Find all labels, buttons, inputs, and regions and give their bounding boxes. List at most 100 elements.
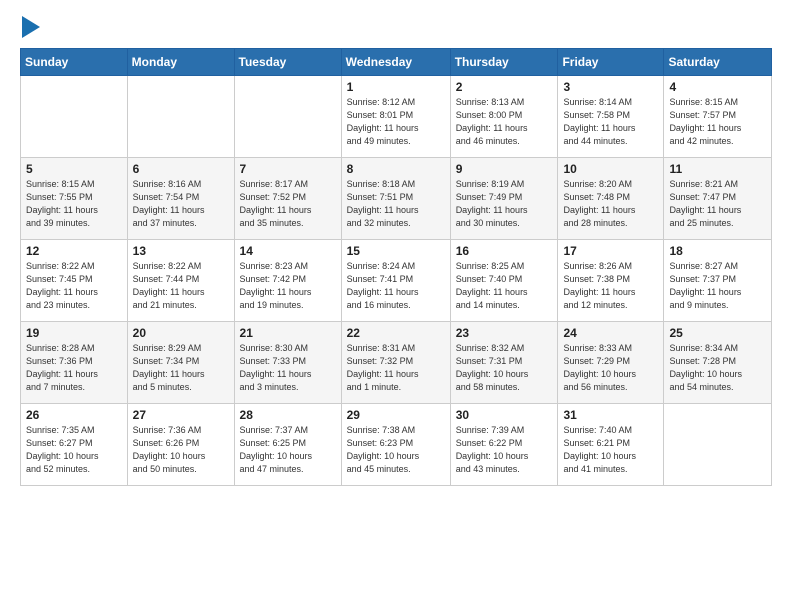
day-number: 3 [563, 80, 658, 94]
day-info: Sunrise: 8:28 AM Sunset: 7:36 PM Dayligh… [26, 342, 122, 394]
calendar-day-header: Thursday [450, 49, 558, 76]
calendar-cell [127, 76, 234, 158]
calendar-cell: 31Sunrise: 7:40 AM Sunset: 6:21 PM Dayli… [558, 404, 664, 486]
page: SundayMondayTuesdayWednesdayThursdayFrid… [0, 0, 792, 612]
day-number: 23 [456, 326, 553, 340]
calendar-cell: 14 Sunrise: 8:23 AM Sunset: 7:42 PM Dayli… [234, 240, 341, 322]
day-info: Sunrise: 8:22 AM Sunset: 7:45 PM Dayligh… [26, 260, 122, 312]
calendar-cell: 24 Sunrise: 8:33 AM Sunset: 7:29 PM Dayli… [558, 322, 664, 404]
calendar-cell: 15Sunrise: 8:24 AM Sunset: 7:41 PM Dayli… [341, 240, 450, 322]
day-number: 25 [669, 326, 766, 340]
day-info: Sunrise: 8:27 AM Sunset: 7:37 PM Dayligh… [669, 260, 766, 312]
calendar-day-header: Sunday [21, 49, 128, 76]
calendar-cell: 16 Sunrise: 8:25 AM Sunset: 7:40 PM Dayli… [450, 240, 558, 322]
day-number: 11 [669, 162, 766, 176]
calendar-cell: 11 Sunrise: 8:21 AM Sunset: 7:47 PM Dayli… [664, 158, 772, 240]
calendar-cell: 22 Sunrise: 8:31 AM Sunset: 7:32 PM Dayli… [341, 322, 450, 404]
day-number: 9 [456, 162, 553, 176]
day-number: 30 [456, 408, 553, 422]
calendar-week-row: 26 Sunrise: 7:35 AM Sunset: 6:27 PM Dayli… [21, 404, 772, 486]
day-number: 7 [240, 162, 336, 176]
day-info: Sunrise: 8:31 AM Sunset: 7:32 PM Dayligh… [347, 342, 445, 394]
day-info: Sunrise: 7:36 AM Sunset: 6:26 PM Dayligh… [133, 424, 229, 476]
calendar-cell: 20 Sunrise: 8:29 AM Sunset: 7:34 PM Dayli… [127, 322, 234, 404]
calendar-cell: 8 Sunrise: 8:18 AM Sunset: 7:51 PM Daylig… [341, 158, 450, 240]
day-info: Sunrise: 7:37 AM Sunset: 6:25 PM Dayligh… [240, 424, 336, 476]
calendar-day-header: Friday [558, 49, 664, 76]
day-number: 5 [26, 162, 122, 176]
day-info: Sunrise: 8:15 AM Sunset: 7:55 PM Dayligh… [26, 178, 122, 230]
day-info: Sunrise: 7:35 AM Sunset: 6:27 PM Dayligh… [26, 424, 122, 476]
calendar-cell: 2 Sunrise: 8:13 AM Sunset: 8:00 PM Daylig… [450, 76, 558, 158]
calendar-day-header: Tuesday [234, 49, 341, 76]
header [20, 16, 772, 38]
day-info: Sunrise: 7:39 AM Sunset: 6:22 PM Dayligh… [456, 424, 553, 476]
day-number: 10 [563, 162, 658, 176]
calendar-cell: 28Sunrise: 7:37 AM Sunset: 6:25 PM Dayli… [234, 404, 341, 486]
day-number: 17 [563, 244, 658, 258]
day-info: Sunrise: 8:30 AM Sunset: 7:33 PM Dayligh… [240, 342, 336, 394]
day-number: 22 [347, 326, 445, 340]
calendar-cell [21, 76, 128, 158]
day-info: Sunrise: 8:26 AM Sunset: 7:38 PM Dayligh… [563, 260, 658, 312]
calendar-cell: 17 Sunrise: 8:26 AM Sunset: 7:38 PM Dayli… [558, 240, 664, 322]
calendar-cell: 6 Sunrise: 8:16 AM Sunset: 7:54 PM Daylig… [127, 158, 234, 240]
day-info: Sunrise: 8:25 AM Sunset: 7:40 PM Dayligh… [456, 260, 553, 312]
calendar-cell: 23 Sunrise: 8:32 AM Sunset: 7:31 PM Dayli… [450, 322, 558, 404]
day-number: 13 [133, 244, 229, 258]
calendar-cell: 5 Sunrise: 8:15 AM Sunset: 7:55 PM Daylig… [21, 158, 128, 240]
calendar-cell: 25 Sunrise: 8:34 AM Sunset: 7:28 PM Dayli… [664, 322, 772, 404]
day-info: Sunrise: 8:18 AM Sunset: 7:51 PM Dayligh… [347, 178, 445, 230]
day-info: Sunrise: 8:23 AM Sunset: 7:42 PM Dayligh… [240, 260, 336, 312]
calendar-cell: 4Sunrise: 8:15 AM Sunset: 7:57 PM Daylig… [664, 76, 772, 158]
day-info: Sunrise: 8:19 AM Sunset: 7:49 PM Dayligh… [456, 178, 553, 230]
day-number: 15 [347, 244, 445, 258]
day-number: 29 [347, 408, 445, 422]
day-number: 6 [133, 162, 229, 176]
logo-icon [22, 16, 40, 38]
calendar-week-row: 5 Sunrise: 8:15 AM Sunset: 7:55 PM Daylig… [21, 158, 772, 240]
calendar-cell: 26 Sunrise: 7:35 AM Sunset: 6:27 PM Dayli… [21, 404, 128, 486]
logo [20, 16, 40, 38]
day-info: Sunrise: 8:13 AM Sunset: 8:00 PM Dayligh… [456, 96, 553, 148]
calendar-cell: 13 Sunrise: 8:22 AM Sunset: 7:44 PM Dayli… [127, 240, 234, 322]
calendar-cell [664, 404, 772, 486]
day-info: Sunrise: 8:15 AM Sunset: 7:57 PM Dayligh… [669, 96, 766, 148]
day-info: Sunrise: 8:12 AM Sunset: 8:01 PM Dayligh… [347, 96, 445, 148]
day-info: Sunrise: 8:20 AM Sunset: 7:48 PM Dayligh… [563, 178, 658, 230]
day-number: 2 [456, 80, 553, 94]
day-info: Sunrise: 8:16 AM Sunset: 7:54 PM Dayligh… [133, 178, 229, 230]
calendar-cell [234, 76, 341, 158]
day-info: Sunrise: 8:29 AM Sunset: 7:34 PM Dayligh… [133, 342, 229, 394]
day-number: 14 [240, 244, 336, 258]
day-number: 12 [26, 244, 122, 258]
calendar-cell: 1Sunrise: 8:12 AM Sunset: 8:01 PM Daylig… [341, 76, 450, 158]
day-number: 16 [456, 244, 553, 258]
calendar-week-row: 1Sunrise: 8:12 AM Sunset: 8:01 PM Daylig… [21, 76, 772, 158]
calendar-day-header: Monday [127, 49, 234, 76]
calendar-cell: 7Sunrise: 8:17 AM Sunset: 7:52 PM Daylig… [234, 158, 341, 240]
calendar-cell: 30 Sunrise: 7:39 AM Sunset: 6:22 PM Dayli… [450, 404, 558, 486]
day-number: 20 [133, 326, 229, 340]
day-number: 26 [26, 408, 122, 422]
day-number: 19 [26, 326, 122, 340]
day-info: Sunrise: 8:14 AM Sunset: 7:58 PM Dayligh… [563, 96, 658, 148]
day-info: Sunrise: 8:32 AM Sunset: 7:31 PM Dayligh… [456, 342, 553, 394]
calendar-cell: 3 Sunrise: 8:14 AM Sunset: 7:58 PM Daylig… [558, 76, 664, 158]
day-info: Sunrise: 8:22 AM Sunset: 7:44 PM Dayligh… [133, 260, 229, 312]
day-number: 27 [133, 408, 229, 422]
calendar-week-row: 12 Sunrise: 8:22 AM Sunset: 7:45 PM Dayli… [21, 240, 772, 322]
calendar-cell: 21 Sunrise: 8:30 AM Sunset: 7:33 PM Dayli… [234, 322, 341, 404]
day-number: 21 [240, 326, 336, 340]
day-info: Sunrise: 8:33 AM Sunset: 7:29 PM Dayligh… [563, 342, 658, 394]
day-info: Sunrise: 8:34 AM Sunset: 7:28 PM Dayligh… [669, 342, 766, 394]
day-info: Sunrise: 7:38 AM Sunset: 6:23 PM Dayligh… [347, 424, 445, 476]
day-number: 8 [347, 162, 445, 176]
calendar-cell: 9 Sunrise: 8:19 AM Sunset: 7:49 PM Daylig… [450, 158, 558, 240]
calendar-cell: 27 Sunrise: 7:36 AM Sunset: 6:26 PM Dayli… [127, 404, 234, 486]
day-number: 18 [669, 244, 766, 258]
day-info: Sunrise: 8:21 AM Sunset: 7:47 PM Dayligh… [669, 178, 766, 230]
day-number: 24 [563, 326, 658, 340]
day-number: 31 [563, 408, 658, 422]
calendar-day-header: Wednesday [341, 49, 450, 76]
